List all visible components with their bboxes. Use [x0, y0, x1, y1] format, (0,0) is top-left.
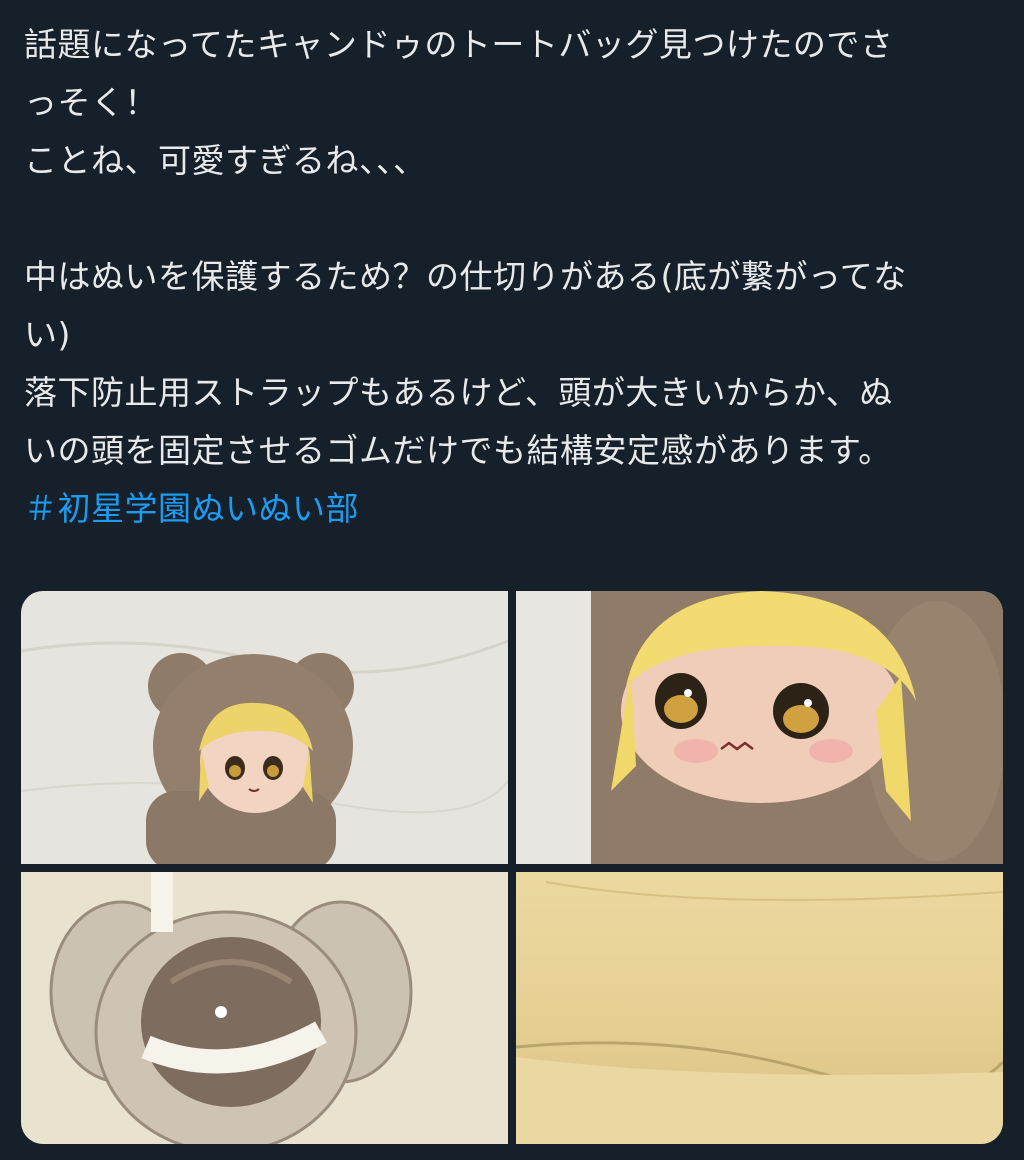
- tweet-text-line: ことね、可愛すぎるね、、、: [24, 141, 427, 180]
- photo-plush-elastic[interactable]: [21, 872, 508, 1144]
- tweet-text-line: 落下防止用ストラップもあるけど、頭が大きいからか、ぬ: [24, 373, 893, 412]
- media-grid: [21, 591, 1003, 1144]
- tweet-text-line: 話題になってたキャンドゥのトートバッグ見つけたのでさ: [24, 25, 894, 64]
- photo-plush-in-pocket[interactable]: [21, 591, 508, 864]
- tweet-text-line: い): [24, 315, 71, 354]
- photo-bag-inside[interactable]: [516, 872, 1003, 1144]
- tweet-text-line: っそく！: [24, 83, 158, 122]
- tweet-text: 話題になってたキャンドゥのトートバッグ見つけたのでさ っそく！ ことね、可愛すぎ…: [24, 16, 1004, 538]
- hashtag-link[interactable]: ＃初星学園ぬいぬい部: [24, 489, 359, 528]
- tweet-text-line: [24, 190, 1004, 248]
- tweet: 話題になってたキャンドゥのトートバッグ見つけたのでさ っそく！ ことね、可愛すぎ…: [0, 0, 1024, 1160]
- tweet-text-line: 中はぬいを保護するため？の仕切りがある(底が繋がってな: [24, 257, 907, 296]
- tweet-text-line: いの頭を固定させるゴムだけでも結構安定感があります。: [24, 431, 892, 470]
- photo-plush-closeup[interactable]: [516, 591, 1003, 864]
